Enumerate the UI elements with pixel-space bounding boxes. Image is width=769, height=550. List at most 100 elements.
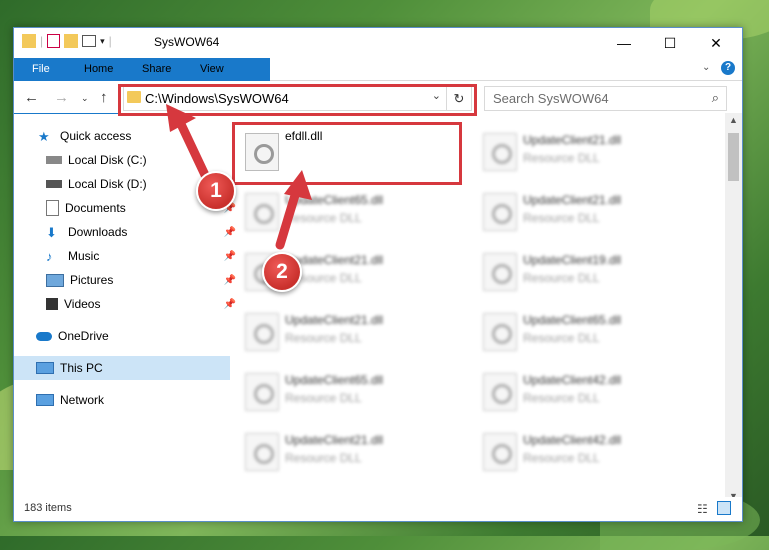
nav-label: Local Disk (D:) [68,177,147,191]
file-type: Resource DLL [285,211,362,225]
file-name: UpdateClient65.dll [285,193,384,207]
nav-label: OneDrive [58,329,109,343]
document-icon [46,200,59,216]
drive-icon [46,156,62,164]
nav-local-disk-c[interactable]: Local Disk (C:) [14,148,240,172]
file-name: UpdateClient21.dll [285,433,384,447]
file-type: Resource DLL [285,331,362,345]
file-type: Resource DLL [523,391,600,405]
nav-label: Videos [64,297,101,311]
nav-quick-access[interactable]: ★ Quick access [14,124,232,148]
file-item[interactable]: UpdateClient42.dll Resource DLL [473,423,693,479]
file-name: UpdateClient65.dll [523,313,622,327]
chevron-down-icon[interactable]: ▾ [100,36,105,47]
file-name: UpdateClient42.dll [523,373,622,387]
address-bar-highlight [118,84,477,116]
cloud-icon [36,331,52,341]
nav-label: Downloads [68,225,128,239]
window-title: SysWOW64 [154,35,220,49]
nav-label: This PC [60,361,103,375]
nav-label: Network [60,393,105,407]
search-icon[interactable]: ⌕ [712,90,719,106]
file-item[interactable]: UpdateClient21.dll Resource DLL [473,183,693,239]
nav-onedrive[interactable]: OneDrive [14,324,230,348]
dll-file-icon [245,193,279,231]
file-name: UpdateClient21.dll [285,313,384,327]
nav-pictures[interactable]: Pictures 📌 [14,268,240,292]
chevron-down-icon[interactable]: ⌄ [702,62,710,73]
navigation-pane: ★ Quick access Local Disk (C:) Local Dis… [14,122,236,502]
file-item[interactable]: UpdateClient21.dll Resource DLL [235,423,455,479]
tab-view[interactable]: View [186,58,238,80]
folder-icon[interactable] [22,34,36,48]
file-type: Resource DLL [523,211,600,225]
scroll-up-icon[interactable]: ▲ [729,115,738,125]
divider: | [40,34,44,48]
dll-file-icon [483,193,517,231]
nav-this-pc[interactable]: This PC [14,356,230,380]
file-item[interactable]: UpdateClient21.dll Resource DLL [473,123,693,179]
status-bar: 183 items ☷ [14,497,742,521]
nav-label: Documents [65,201,126,215]
tab-share[interactable]: Share [128,58,185,80]
file-item[interactable]: UpdateClient65.dll Resource DLL [473,303,693,359]
network-icon [36,394,54,406]
download-icon: ⬇ [46,225,57,240]
file-name: UpdateClient65.dll [285,373,384,387]
nav-videos[interactable]: Videos 📌 [14,292,240,316]
scrollbar-thumb[interactable] [728,133,739,181]
file-item[interactable]: UpdateClient42.dll Resource DLL [473,363,693,419]
quick-access-toolbar: | ▾ | [22,34,112,48]
help-icon[interactable]: ? [721,61,735,75]
details-view-icon[interactable]: ☷ [697,502,708,516]
large-icons-view-icon[interactable] [717,501,731,515]
file-highlight [232,122,462,185]
dll-file-icon [483,253,517,291]
maximize-button[interactable]: ☐ [647,28,693,58]
file-name: UpdateClient19.dll [523,253,622,267]
step-2-badge: 2 [262,252,302,292]
video-icon [46,298,58,310]
file-type: Resource DLL [523,151,600,165]
title-bar: | ▾ | SysWOW64 — ☐ ✕ [14,28,742,58]
nav-music[interactable]: ♪ Music 📌 [14,244,240,268]
nav-label: Quick access [60,129,132,143]
vertical-scrollbar[interactable]: ▲ ▼ [725,113,742,503]
nav-label: Local Disk (C:) [68,153,147,167]
file-item[interactable]: UpdateClient19.dll Resource DLL [473,243,693,299]
close-button[interactable]: ✕ [693,28,739,58]
drive-icon [46,180,62,188]
dll-file-icon [245,373,279,411]
file-type: Resource DLL [285,451,362,465]
recent-locations-icon[interactable]: ⌄ [81,93,89,104]
dll-file-icon [483,373,517,411]
forward-arrow-icon[interactable]: → [54,89,69,106]
file-type: Resource DLL [285,391,362,405]
properties-icon[interactable] [47,34,61,48]
search-box[interactable]: Search SysWOW64 ⌕ [484,86,727,111]
nav-network[interactable]: Network [14,388,230,412]
file-item[interactable]: UpdateClient65.dll Resource DLL [235,183,455,239]
music-icon: ♪ [46,249,53,264]
file-item[interactable]: UpdateClient65.dll Resource DLL [235,363,455,419]
search-placeholder: Search SysWOW64 [493,91,609,106]
file-type: Resource DLL [523,271,600,285]
file-item[interactable]: UpdateClient21.dll Resource DLL [235,303,455,359]
customize-toolbar-icon[interactable] [82,35,97,47]
dll-file-icon [245,433,279,471]
new-folder-icon[interactable] [64,34,79,48]
picture-icon [46,273,64,287]
step-1-badge: 1 [196,171,236,211]
item-count: 183 items [24,502,72,514]
nav-downloads[interactable]: ⬇ Downloads 📌 [14,220,240,244]
tab-home[interactable]: Home [70,58,127,80]
nav-label: Pictures [70,273,114,287]
back-arrow-icon[interactable]: ← [24,89,39,106]
dll-file-icon [245,313,279,351]
nav-label: Music [68,249,100,263]
minimize-button[interactable]: — [601,28,647,58]
up-arrow-icon[interactable]: ↑ [100,89,108,106]
star-icon: ★ [38,129,50,144]
computer-icon [36,362,54,374]
file-name: UpdateClient21.dll [523,193,622,207]
